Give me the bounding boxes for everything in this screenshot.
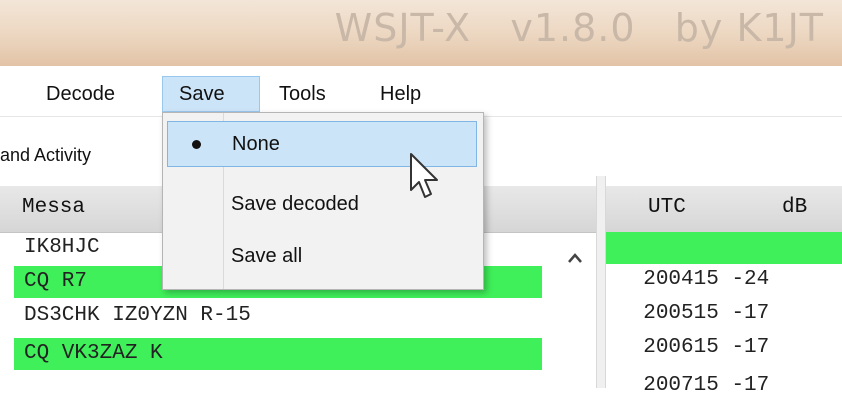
menu-bar: Decode Save Tools Help bbox=[0, 66, 842, 117]
scroll-up-arrow-icon[interactable] bbox=[563, 246, 587, 270]
menu-decode[interactable]: Decode bbox=[46, 76, 115, 112]
table-row[interactable]: 200515 -17 bbox=[606, 266, 842, 325]
menu-save[interactable]: Save bbox=[162, 76, 260, 112]
menu-option-label: Save decoded bbox=[231, 193, 359, 215]
utc-cell: 200715 bbox=[643, 374, 719, 397]
panel-splitter[interactable] bbox=[596, 176, 606, 388]
mouse-pointer-icon bbox=[408, 152, 442, 207]
menu-option-label: Save all bbox=[231, 245, 303, 267]
title-bar: WSJT-X v1.8.0 by K1JT bbox=[0, 0, 842, 66]
message-column-header: Messa bbox=[22, 196, 86, 219]
right-panel-header: UTC dB bbox=[606, 186, 842, 233]
db-column-header: dB bbox=[782, 196, 808, 219]
table-row[interactable]: CQ VK3ZAZ K bbox=[14, 338, 542, 370]
table-row[interactable]: DS3CHK IZ0YZN R-15 bbox=[14, 300, 542, 332]
menu-option-save-all[interactable]: Save all bbox=[167, 233, 477, 279]
table-row[interactable]: 200715 -17 bbox=[606, 338, 842, 397]
utc-column-header: UTC bbox=[648, 196, 686, 219]
band-activity-label: and Activity bbox=[0, 145, 92, 165]
menu-help[interactable]: Help bbox=[380, 76, 421, 112]
radio-bullet-icon bbox=[192, 140, 201, 149]
menu-option-label: None bbox=[232, 133, 280, 155]
table-row[interactable]: 200615 -17 bbox=[606, 300, 842, 359]
window-title: WSJT-X v1.8.0 by K1JT bbox=[334, 6, 824, 50]
table-row[interactable]: 200415 -24 bbox=[606, 232, 842, 291]
db-cell: -17 bbox=[731, 374, 770, 397]
menu-tools[interactable]: Tools bbox=[279, 76, 326, 112]
